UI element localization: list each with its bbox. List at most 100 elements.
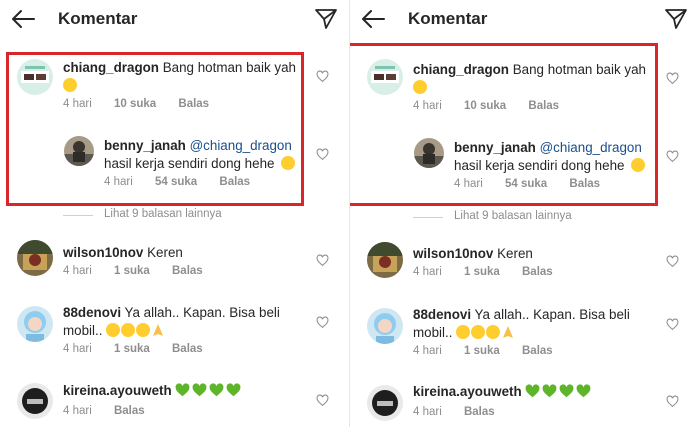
comment-username[interactable]: 88denovi — [413, 307, 471, 322]
reply-body: hasil kerja sendiri dong hehe — [104, 156, 275, 171]
comment-body-continued: mobil.. — [63, 323, 103, 338]
avatar-chiang-dragon[interactable] — [367, 59, 403, 95]
like-heart-icon[interactable] — [316, 254, 329, 267]
comment-time: 4 hari — [413, 100, 442, 112]
comment-likes[interactable]: 10 suka — [114, 98, 156, 110]
like-heart-icon[interactable] — [666, 72, 679, 85]
comment-time: 4 hari — [413, 266, 442, 278]
comment-body-line2: mobil.. — [63, 321, 165, 340]
comment-meta: 4 hari 10 suka Balas — [413, 100, 559, 112]
like-heart-icon[interactable] — [316, 316, 329, 329]
reply-button[interactable]: Balas — [569, 178, 600, 190]
reply-button[interactable]: Balas — [522, 345, 553, 357]
comments-screen-right: Komentar chiang_dragon Bang hotman baik … — [350, 0, 700, 427]
comment-meta: 4 hari 1 suka Balas — [63, 265, 203, 277]
like-heart-icon[interactable] — [316, 394, 329, 407]
green-heart-emoji-icon — [576, 384, 591, 398]
comment-body-line2: mobil.. — [413, 323, 515, 342]
avatar-benny-janah[interactable] — [414, 138, 444, 168]
like-heart-icon[interactable] — [666, 318, 679, 331]
comment-text: chiang_dragon Bang hotman baik yah — [63, 58, 296, 77]
smile-emoji-icon — [121, 323, 136, 337]
comment-username[interactable]: 88denovi — [63, 305, 121, 320]
comment-username[interactable]: wilson10nov — [413, 246, 493, 261]
like-heart-icon[interactable] — [666, 150, 679, 163]
comment-body: Keren — [497, 246, 533, 261]
reply-button[interactable]: Balas — [219, 176, 250, 188]
avatar-benny-janah[interactable] — [64, 136, 94, 166]
comment-time: 4 hari — [63, 343, 92, 355]
green-heart-emoji-icon — [525, 384, 540, 398]
comment-likes[interactable]: 1 suka — [464, 266, 500, 278]
green-heart-emoji-icon — [542, 384, 557, 398]
green-heart-emoji-icon — [226, 383, 241, 397]
reply-button[interactable]: Balas — [178, 98, 209, 110]
comment-meta: 4 hari Balas — [63, 405, 145, 417]
reply-username[interactable]: benny_janah — [454, 140, 536, 155]
back-arrow-icon[interactable] — [10, 8, 36, 30]
smile-emoji-icon — [486, 325, 501, 339]
avatar-kireina-ayouweth[interactable] — [17, 383, 53, 419]
comment-username[interactable]: kireina.ayouweth — [413, 384, 522, 399]
reply-button[interactable]: Balas — [528, 100, 559, 112]
reply-button[interactable]: Balas — [172, 265, 203, 277]
comment-username[interactable]: kireina.ayouweth — [63, 383, 172, 398]
reply-body-line: hasil kerja sendiri dong hehe — [104, 154, 296, 173]
avatar-kireina-ayouweth[interactable] — [367, 385, 403, 421]
reply-likes[interactable]: 54 suka — [155, 176, 197, 188]
reply-body: hasil kerja sendiri dong hehe — [454, 158, 625, 173]
green-heart-emoji-icon — [559, 384, 574, 398]
comment-text: kireina.ayouweth — [413, 382, 593, 401]
comment-body: Ya allah.. Kapan. Bisa beli — [474, 307, 630, 322]
green-heart-emoji-icon — [209, 383, 224, 397]
reply-body-line: hasil kerja sendiri dong hehe — [454, 156, 646, 175]
like-heart-icon[interactable] — [316, 70, 329, 83]
comment-body: Ya allah.. Kapan. Bisa beli — [124, 305, 280, 320]
view-more-replies-link[interactable]: Lihat 9 balasan lainnya — [104, 208, 222, 220]
reply-button[interactable]: Balas — [172, 343, 203, 355]
comment-time: 4 hari — [413, 345, 442, 357]
comment-likes[interactable]: 10 suka — [464, 100, 506, 112]
comment-emoji-line — [413, 78, 428, 97]
comment-emoji-line — [63, 76, 78, 95]
comment-text: wilson10nov Keren — [413, 244, 533, 263]
comment-text: 88denovi Ya allah.. Kapan. Bisa beli — [413, 305, 630, 324]
reply-mention[interactable]: @chiang_dragon — [190, 138, 292, 153]
comment-username[interactable]: chiang_dragon — [63, 60, 159, 75]
avatar-wilson10nov[interactable] — [17, 240, 53, 276]
avatar-wilson10nov[interactable] — [367, 242, 403, 278]
comment-time: 4 hari — [63, 405, 92, 417]
comments-screen-left: Komentar chiang_dragon Bang hotman baik … — [0, 0, 350, 427]
view-more-replies-link[interactable]: Lihat 9 balasan lainnya — [454, 210, 572, 222]
more-replies-divider — [63, 215, 93, 216]
reply-username[interactable]: benny_janah — [104, 138, 186, 153]
comment-text: 88denovi Ya allah.. Kapan. Bisa beli — [63, 303, 280, 322]
avatar-chiang-dragon[interactable] — [17, 59, 53, 95]
reply-button[interactable]: Balas — [522, 266, 553, 278]
top-bar: Komentar — [0, 0, 350, 40]
back-arrow-icon[interactable] — [360, 8, 386, 30]
like-heart-icon[interactable] — [316, 148, 329, 161]
pray-emoji-icon — [503, 326, 514, 338]
comment-username[interactable]: chiang_dragon — [413, 62, 509, 77]
reply-mention[interactable]: @chiang_dragon — [540, 140, 642, 155]
comment-likes[interactable]: 1 suka — [114, 265, 150, 277]
comment-username[interactable]: wilson10nov — [63, 245, 143, 260]
more-replies-divider — [413, 217, 443, 218]
comment-likes[interactable]: 1 suka — [114, 343, 150, 355]
reply-likes[interactable]: 54 suka — [505, 178, 547, 190]
comment-likes[interactable]: 1 suka — [464, 345, 500, 357]
like-heart-icon[interactable] — [666, 255, 679, 268]
send-direct-icon[interactable] — [664, 7, 688, 31]
like-heart-icon[interactable] — [666, 395, 679, 408]
avatar-88denovi[interactable] — [17, 306, 53, 342]
send-direct-icon[interactable] — [314, 7, 338, 31]
reply-button[interactable]: Balas — [464, 406, 495, 418]
green-heart-emoji-icon — [192, 383, 207, 397]
comment-meta: 4 hari 1 suka Balas — [413, 266, 553, 278]
comment-meta: 4 hari 1 suka Balas — [63, 343, 203, 355]
avatar-88denovi[interactable] — [367, 308, 403, 344]
reply-button[interactable]: Balas — [114, 405, 145, 417]
comment-text: kireina.ayouweth — [63, 381, 243, 400]
pray-emoji-icon — [153, 324, 164, 336]
